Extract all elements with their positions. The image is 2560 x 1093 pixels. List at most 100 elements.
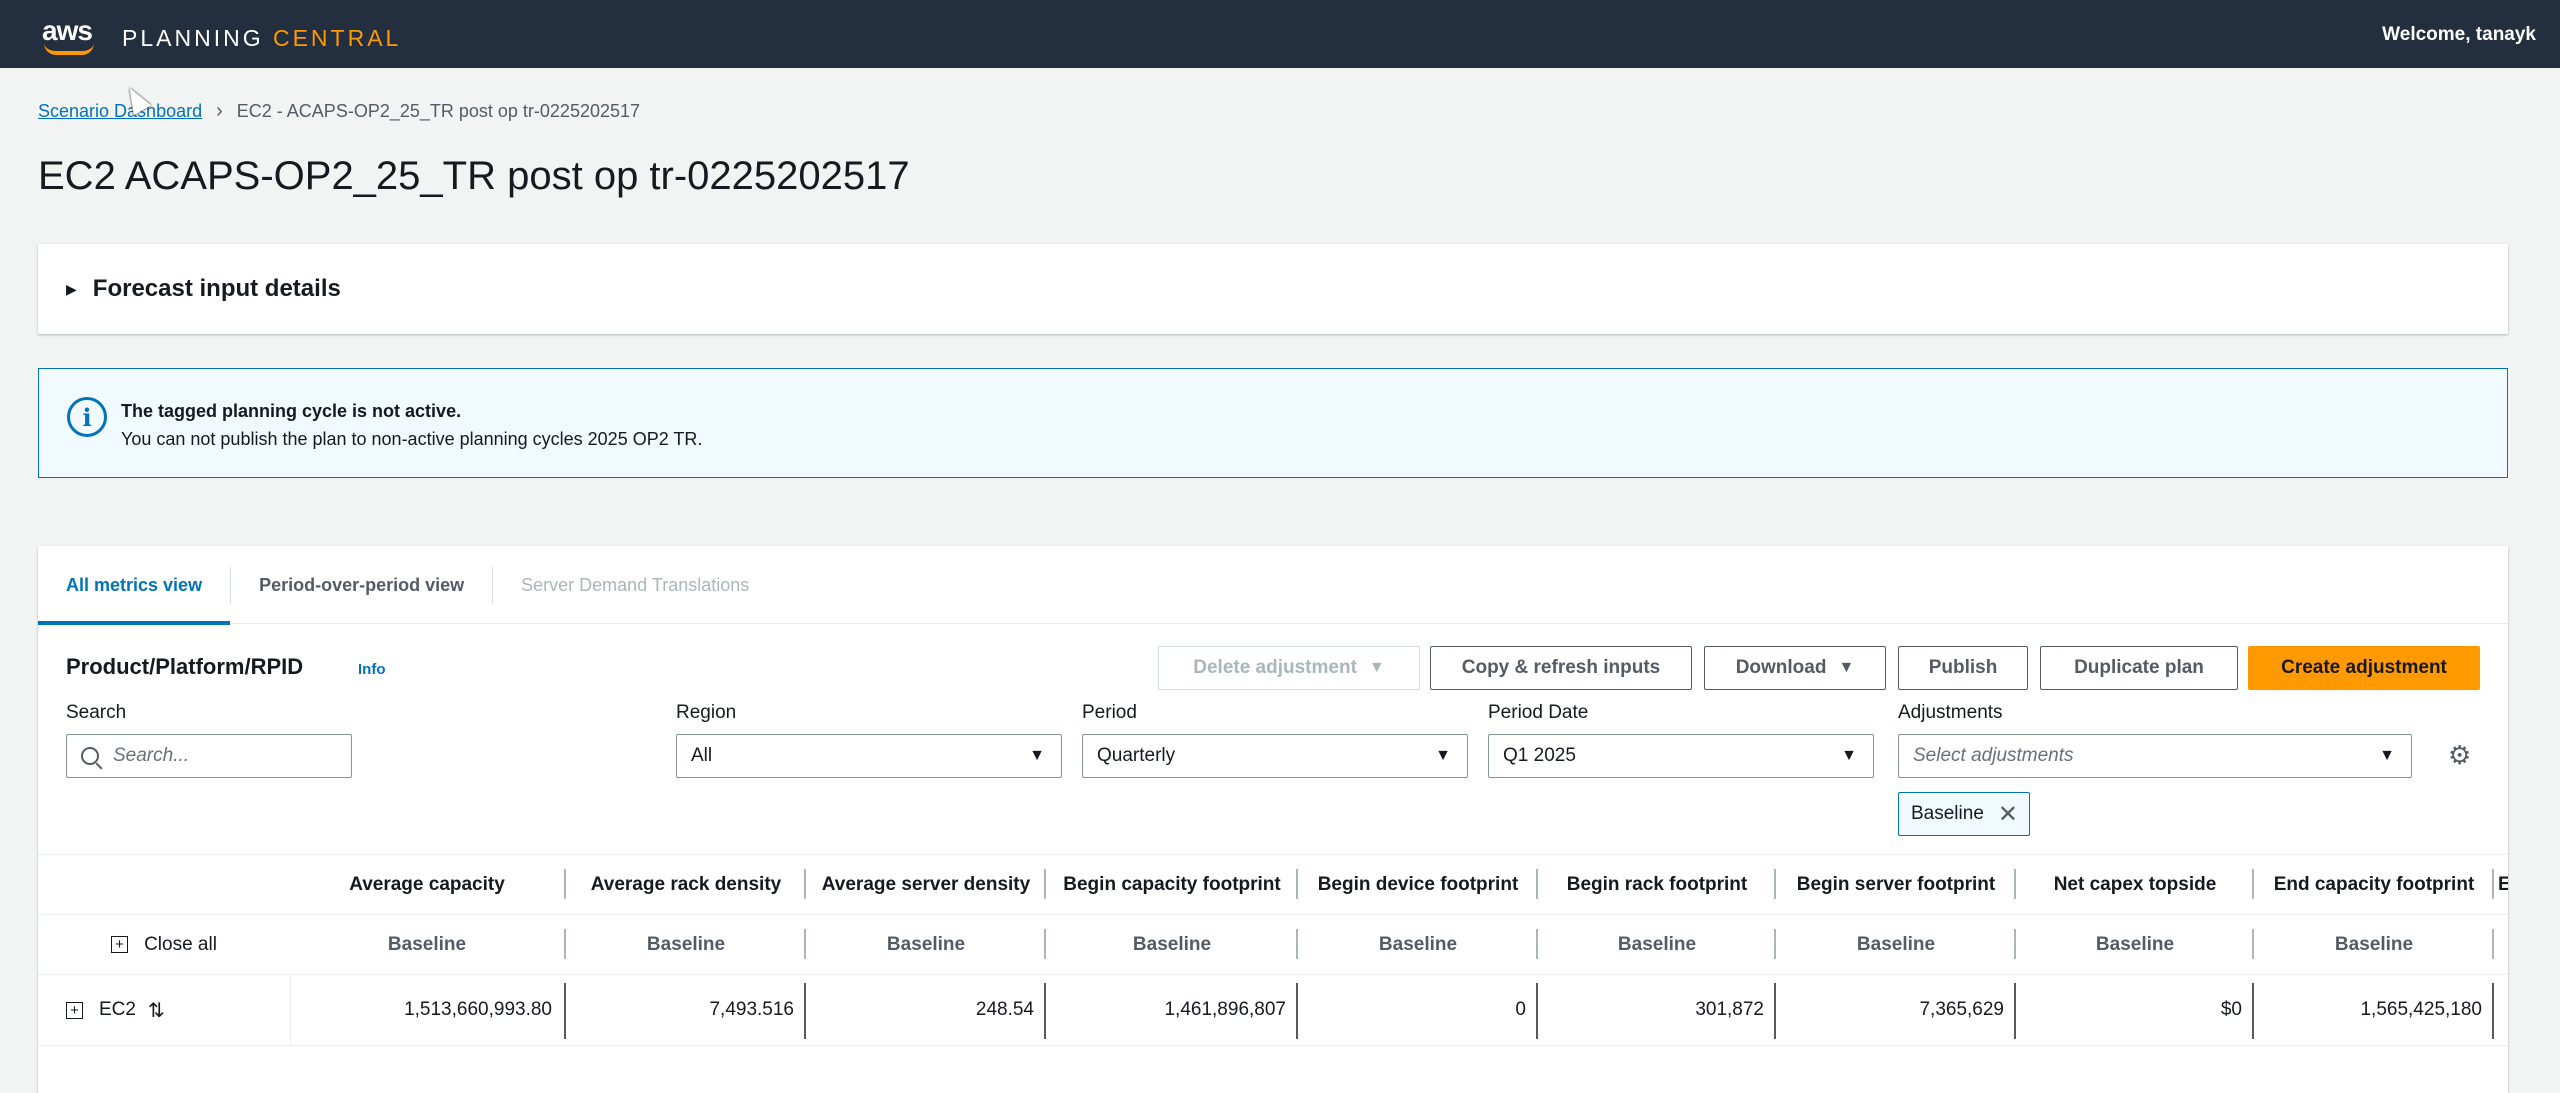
column-header[interactable]: Begin capacity footprint <box>1046 855 1298 914</box>
column-header[interactable]: Average server density <box>806 855 1046 914</box>
close-all-label: Close all <box>144 933 217 955</box>
forecast-input-details-title: Forecast input details <box>92 275 341 302</box>
baseline-subheader: Baseline <box>2095 933 2175 955</box>
adjustments-multiselect[interactable]: Select adjustments ▼ <box>1898 734 2412 778</box>
caret-down-icon: ▼ <box>1435 747 1451 764</box>
baseline-subheader: Baseline <box>886 933 966 955</box>
period-date-value: Q1 2025 <box>1503 745 1576 766</box>
metrics-card: All metrics view Period-over-period view… <box>38 546 2508 1093</box>
table-cell: 7,493.516 <box>709 999 794 1020</box>
delete-adjustment-button: Delete adjustment ▼ <box>1158 646 1420 690</box>
period-date-label: Period Date <box>1488 702 1589 723</box>
column-divider <box>2492 929 2494 959</box>
column-header[interactable]: Begin server footprint <box>1776 855 2016 914</box>
tab-all-metrics-view[interactable]: All metrics view <box>38 546 231 625</box>
welcome-user[interactable]: Welcome, tanayk <box>2382 24 2536 46</box>
duplicate-plan-button[interactable]: Duplicate plan <box>2040 646 2238 690</box>
region-select[interactable]: All ▼ <box>676 734 1062 778</box>
alert-title: The tagged planning cycle is not active. <box>121 401 462 421</box>
baseline-subheader: Baseline <box>1132 933 1212 955</box>
table-header: Average capacity Average rack density Av… <box>38 854 2508 914</box>
search-input[interactable]: Search... <box>66 734 352 778</box>
table-cell: 301,872 <box>1695 999 1764 1020</box>
table-cell: 1,461,896,807 <box>1164 999 1286 1020</box>
info-icon: i <box>67 397 107 437</box>
baseline-subheader: Baseline <box>1378 933 1458 955</box>
tab-server-demand-translations: Server Demand Translations <box>521 574 750 595</box>
forecast-input-details-expander[interactable]: ▶ Forecast input details <box>38 244 2508 334</box>
gear-icon[interactable]: ⚙ <box>2448 740 2471 771</box>
row-name: EC2 <box>99 999 136 1020</box>
close-all-button[interactable]: + Close all <box>38 915 290 974</box>
column-header[interactable]: Average capacity <box>290 855 564 914</box>
sort-icon[interactable]: ⇅ <box>148 998 165 1023</box>
table-cell: $0 <box>2220 999 2242 1020</box>
aws-logo[interactable]: aws PLANNING CENTRAL <box>40 10 401 60</box>
column-header[interactable]: Average rack density <box>566 855 806 914</box>
baseline-subheader: Baseline <box>2334 933 2414 955</box>
period-value: Quarterly <box>1097 745 1176 766</box>
column-header[interactable]: Net capex topside <box>2016 855 2254 914</box>
adjustment-token-baseline: Baseline ✕ <box>1898 792 2030 836</box>
caret-right-icon: ▶ <box>66 280 77 297</box>
close-icon[interactable]: ✕ <box>1998 800 2018 829</box>
search-icon <box>81 747 99 765</box>
top-navigation-bar: aws PLANNING CENTRAL Welcome, tanayk <box>0 0 2560 68</box>
baseline-subheader: Baseline <box>646 933 726 955</box>
caret-down-icon: ▼ <box>2379 747 2395 764</box>
info-link[interactable]: Info <box>358 661 386 678</box>
view-tabs: All metrics view Period-over-period view… <box>38 546 2508 625</box>
region-value: All <box>691 745 713 766</box>
table-cell: 7,365,629 <box>1919 999 2004 1020</box>
search-label: Search <box>66 702 127 723</box>
table-subheader: + Close all Baseline Baseline Baseline Ba… <box>38 914 2508 974</box>
caret-down-icon: ▼ <box>1838 659 1855 676</box>
aws-smile-icon <box>44 43 94 55</box>
table-cell: 0 <box>1515 999 1526 1020</box>
adjustments-label: Adjustments <box>1898 702 2003 723</box>
publish-button[interactable]: Publish <box>1898 646 2028 690</box>
baseline-subheader: Baseline <box>1617 933 1697 955</box>
period-date-select[interactable]: Q1 2025 ▼ <box>1488 734 1874 778</box>
download-button[interactable]: Download ▼ <box>1704 646 1886 690</box>
caret-down-icon: ▼ <box>1368 659 1385 676</box>
chevron-right-icon: › <box>216 100 223 122</box>
brand-part-1: PLANNING <box>122 24 273 51</box>
row-label-ec2[interactable]: + EC2 ⇅ <box>66 975 290 1045</box>
table-cell: 1,513,660,993.80 <box>404 999 552 1020</box>
copy-refresh-inputs-button[interactable]: Copy & refresh inputs <box>1430 646 1692 690</box>
alert-message: You can not publish the plan to non-acti… <box>121 429 703 449</box>
column-header[interactable]: Begin rack footprint <box>1538 855 1776 914</box>
create-adjustment-button[interactable]: Create adjustment <box>2248 646 2480 690</box>
column-header[interactable]: Begin device footprint <box>1298 855 1538 914</box>
token-label: Baseline <box>1911 803 1984 824</box>
baseline-subheader: Baseline <box>387 933 467 955</box>
download-label: Download <box>1735 657 1827 678</box>
period-select[interactable]: Quarterly ▼ <box>1082 734 1468 778</box>
table-row: + EC2 ⇅ 1,513,660,993.80 7,493.516 248.54 … <box>38 974 2508 1046</box>
breadcrumb-current: EC2 - ACAPS-OP2_25_TR post op tr-0225202… <box>236 101 641 121</box>
expand-icon[interactable]: + <box>66 1001 83 1019</box>
table-cell: 248.54 <box>975 999 1034 1020</box>
brand-part-2: CENTRAL <box>272 24 402 51</box>
aws-logo-mark: aws <box>40 13 102 57</box>
tab-period-over-period-view[interactable]: Period-over-period view <box>231 546 492 624</box>
search-placeholder: Search... <box>113 745 190 766</box>
page-title: EC2 ACAPS-OP2_25_TR post op tr-022520251… <box>38 154 910 198</box>
baseline-subheader: Baseline <box>1856 933 1936 955</box>
period-label: Period <box>1082 702 1137 723</box>
app-brand: PLANNING CENTRAL <box>122 25 401 52</box>
delete-adjustment-label: Delete adjustment <box>1193 657 1357 678</box>
column-divider <box>2492 983 2494 1039</box>
caret-down-icon: ▼ <box>1029 747 1045 764</box>
section-title: Product/Platform/RPID <box>66 654 304 679</box>
region-label: Region <box>676 702 737 723</box>
collapse-icon: + <box>111 936 129 953</box>
column-header[interactable]: End capacity footprint <box>2254 855 2494 914</box>
breadcrumb-scenario-dashboard-link[interactable]: Scenario Dashboard <box>38 101 202 122</box>
adjustments-placeholder: Select adjustments <box>1913 745 2074 766</box>
column-header[interactable]: En <box>2494 855 2508 914</box>
table-cell: 1,565,425,180 <box>2360 999 2482 1020</box>
info-alert: i The tagged planning cycle is not activ… <box>38 368 2508 478</box>
alert-text: The tagged planning cycle is not active.… <box>121 397 702 453</box>
